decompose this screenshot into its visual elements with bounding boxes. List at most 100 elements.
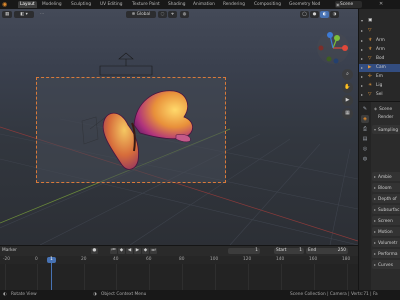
tab-animation[interactable]: Animation <box>191 1 217 8</box>
play-icon[interactable]: ▶ <box>134 248 141 254</box>
tab-sculpting[interactable]: Sculpting <box>69 1 93 8</box>
outliner-row[interactable]: ▸ ✢ Em <box>359 73 400 81</box>
tool-tab-icon[interactable]: ✎ <box>361 105 369 113</box>
shading-material-icon[interactable]: ◐ <box>320 11 329 18</box>
armature-icon: ♆ <box>368 38 373 43</box>
jump-end-icon[interactable]: ⏭ <box>150 248 157 254</box>
ruler-tick: 100 <box>210 257 219 262</box>
object-icon: ▽ <box>368 92 372 97</box>
marker-menu[interactable]: Marker <box>2 246 17 256</box>
collection-icon: ▣ <box>368 18 373 23</box>
outliner-row[interactable]: ▾ ▣ <box>359 17 400 25</box>
shading-solid-icon[interactable]: ● <box>310 11 319 18</box>
mesh-icon: ▽ <box>368 56 372 61</box>
ruler-tick: 160 <box>309 257 318 262</box>
play-reverse-icon[interactable]: ◀ <box>126 248 133 254</box>
outliner-row[interactable]: ▸ ♆ Arm <box>359 46 400 54</box>
status-left-hint: Rotate View <box>11 292 37 297</box>
properties-tabs: ✎ ◈ ⎙ ▤ ◎ ◍ <box>359 102 371 290</box>
scene-tab-icon[interactable]: ◎ <box>361 145 369 153</box>
next-key-icon[interactable]: ◆ <box>142 248 149 254</box>
outliner[interactable]: ▾ ▣ ▸ ▽ ▸ ♆ Arm ▸ ♆ Arm ▸ ▽ Bod ▸ ▶ Cam … <box>358 9 400 101</box>
tab-modeling[interactable]: Modeling <box>40 1 64 8</box>
outliner-row[interactable]: ▸ ♆ Arm <box>359 37 400 45</box>
properties-editor[interactable]: ✎ ◈ ⎙ ▤ ◎ ◍ ◈ Scene Render ▾ Sampling ▸ Amb… <box>358 101 400 290</box>
ruler-tick: -20 <box>3 257 11 262</box>
render-tab-icon[interactable]: ◈ <box>361 115 369 123</box>
ruler-tick: 80 <box>179 257 185 262</box>
close-icon[interactable]: ✕ <box>379 1 383 8</box>
shading-wireframe-icon[interactable]: ◯ <box>300 11 309 18</box>
panel-screen-space[interactable]: ▸ Screen <box>372 216 400 225</box>
outliner-row[interactable]: ▸ ▽ <box>359 27 400 35</box>
outliner-row[interactable]: ▸ ▽ Bod <box>359 55 400 63</box>
butterfly-model[interactable] <box>36 77 226 183</box>
3d-viewport[interactable]: ▦ ◧ ▾ ⋯ ⊕ Global ◌ ⌖ ◍ ◯ ● ◐ ◑ ⌕ ✋ ▶ ▦ <box>0 9 358 245</box>
scene-icon: ▣ <box>336 2 340 7</box>
snap-icon[interactable]: ⌖ <box>168 11 177 18</box>
view-layer-tab-icon[interactable]: ▤ <box>361 135 369 143</box>
status-scene-stats: Scene Collection | Camera | Verts:71 | F… <box>290 292 378 297</box>
output-tab-icon[interactable]: ⎙ <box>361 125 369 133</box>
timeline[interactable]: Marker ● ⏮ ◆ ◀ ▶ ◆ ⏭ 1 Start 1 End 250 -… <box>0 245 358 290</box>
blender-logo-icon[interactable]: ◉ <box>2 1 9 8</box>
panel-sampling[interactable]: ▾ Sampling <box>372 125 400 134</box>
tab-layout[interactable]: Layout <box>18 1 37 8</box>
transform-orientation-select[interactable]: ⊕ Global <box>126 11 156 18</box>
pan-icon[interactable]: ✋ <box>342 82 353 93</box>
navigation-gizmo[interactable] <box>316 31 350 65</box>
panel-ambient-occlusion[interactable]: ▸ Ambie <box>372 172 400 181</box>
jump-start-icon[interactable]: ⏮ <box>110 248 117 254</box>
zoom-icon[interactable]: ⌕ <box>342 69 353 80</box>
tab-texture-paint[interactable]: Texture Paint <box>130 1 162 8</box>
object-icon: ▽ <box>368 28 372 33</box>
status-middle-hint: Object Context Menu <box>101 292 147 297</box>
tab-uv-editing[interactable]: UV Editing <box>98 1 124 8</box>
panel-subsurface[interactable]: ▸ Subsurfac <box>372 205 400 214</box>
outliner-row-selected[interactable]: ▸ ▶ Cam <box>359 64 400 72</box>
tab-rendering[interactable]: Rendering <box>221 1 247 8</box>
status-bar: ◐ Rotate View ◑ Object Context Menu Scen… <box>0 290 400 300</box>
view-menu-icon[interactable]: ⋯ <box>34 11 50 18</box>
world-tab-icon[interactable]: ◍ <box>361 155 369 163</box>
current-frame-field[interactable]: 1 <box>228 248 260 254</box>
mouse-icon: ◐ <box>3 292 7 297</box>
tab-compositing[interactable]: Compositing <box>252 1 283 8</box>
tab-geometry-nodes[interactable]: Geometry Nod <box>287 1 322 8</box>
pivot-icon[interactable]: ◌ <box>158 11 167 18</box>
proportional-edit-icon[interactable]: ◍ <box>180 11 189 18</box>
ruler-tick: 140 <box>276 257 285 262</box>
prev-key-icon[interactable]: ◆ <box>118 248 125 254</box>
ruler-tick: 120 <box>243 257 252 262</box>
properties-context: ◈ Scene <box>374 106 393 112</box>
panel-volumetrics[interactable]: ▸ Volumetr <box>372 238 400 247</box>
panel-curves[interactable]: ▸ Curves <box>372 260 400 269</box>
panel-depth-of-field[interactable]: ▸ Depth of <box>372 194 400 203</box>
outliner-row[interactable]: ▸ ☀ Lig <box>359 82 400 90</box>
ruler-tick: 60 <box>146 257 152 262</box>
end-frame-field[interactable]: End 250 <box>306 248 348 254</box>
tab-shading[interactable]: Shading <box>166 1 187 8</box>
record-icon[interactable]: ● <box>91 248 98 254</box>
camera-icon: ▶ <box>368 65 372 70</box>
playhead-line <box>51 263 52 290</box>
object-mode-icon[interactable]: ◧ ▾ <box>14 11 34 18</box>
start-frame-field[interactable]: Start 1 <box>274 248 304 254</box>
panel-performance[interactable]: ▸ Performa <box>372 249 400 258</box>
ruler-tick: 180 <box>342 257 351 262</box>
panel-bloom[interactable]: ▸ Bloom <box>372 183 400 192</box>
perspective-icon[interactable]: ▦ <box>342 108 353 119</box>
transform-orientation-value: Global <box>136 12 151 17</box>
render-engine-label: Render <box>378 115 394 120</box>
editor-type-icon[interactable]: ▦ <box>2 11 12 18</box>
shading-rendered-icon[interactable]: ◑ <box>330 11 339 18</box>
timeline-header: Marker ● ⏮ ◆ ◀ ▶ ◆ ⏭ 1 Start 1 End 250 <box>0 246 358 256</box>
outliner-row[interactable]: ▸ ▽ Sel <box>359 91 400 99</box>
panel-motion-blur[interactable]: ▸ Motion <box>372 227 400 236</box>
light-icon: ☀ <box>368 83 373 88</box>
ruler-tick: 20 <box>81 257 87 262</box>
mouse-icon: ◑ <box>93 292 97 297</box>
scene-name: Scene <box>340 2 354 7</box>
scene-selector[interactable]: ▣ Scene <box>335 1 362 8</box>
camera-view-icon[interactable]: ▶ <box>342 95 353 106</box>
